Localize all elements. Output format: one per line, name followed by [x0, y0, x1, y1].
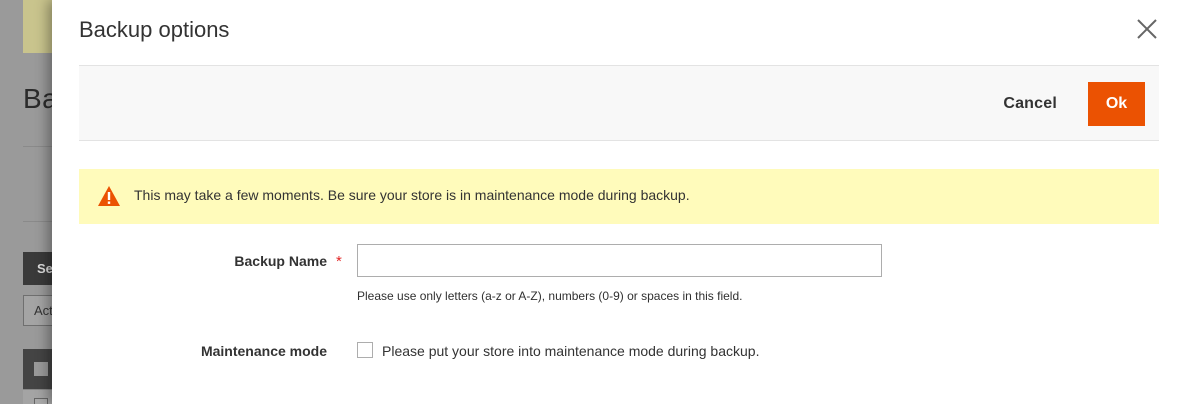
maintenance-mode-checkbox-label[interactable]: Please put your store into maintenance m… — [382, 343, 759, 359]
modal-toolbar: Cancel Ok — [79, 65, 1159, 141]
modal-title: Backup options — [79, 17, 230, 42]
background-table-checkbox — [34, 362, 48, 376]
warning-text: This may take a few moments. Be sure you… — [134, 187, 690, 203]
background-row-checkbox — [34, 398, 48, 404]
warning-message: This may take a few moments. Be sure you… — [79, 169, 1159, 224]
maintenance-mode-checkbox[interactable] — [357, 342, 373, 358]
cancel-button[interactable]: Cancel — [987, 87, 1073, 121]
backup-options-modal: Backup options Cancel Ok This may take a… — [52, 0, 1178, 404]
maintenance-mode-label: Maintenance mode — [200, 343, 327, 359]
backup-name-input[interactable] — [357, 244, 882, 277]
close-button[interactable] — [1134, 16, 1160, 42]
ok-button[interactable]: Ok — [1088, 82, 1145, 126]
warning-triangle-icon — [98, 186, 120, 206]
close-icon — [1137, 19, 1157, 39]
required-marker: * — [336, 253, 342, 270]
backup-name-label: Backup Name — [234, 253, 327, 269]
page: Ba Se Act Backup options Cancel Ok This … — [0, 0, 1178, 404]
backup-name-note: Please use only letters (a-z or A-Z), nu… — [357, 289, 743, 303]
